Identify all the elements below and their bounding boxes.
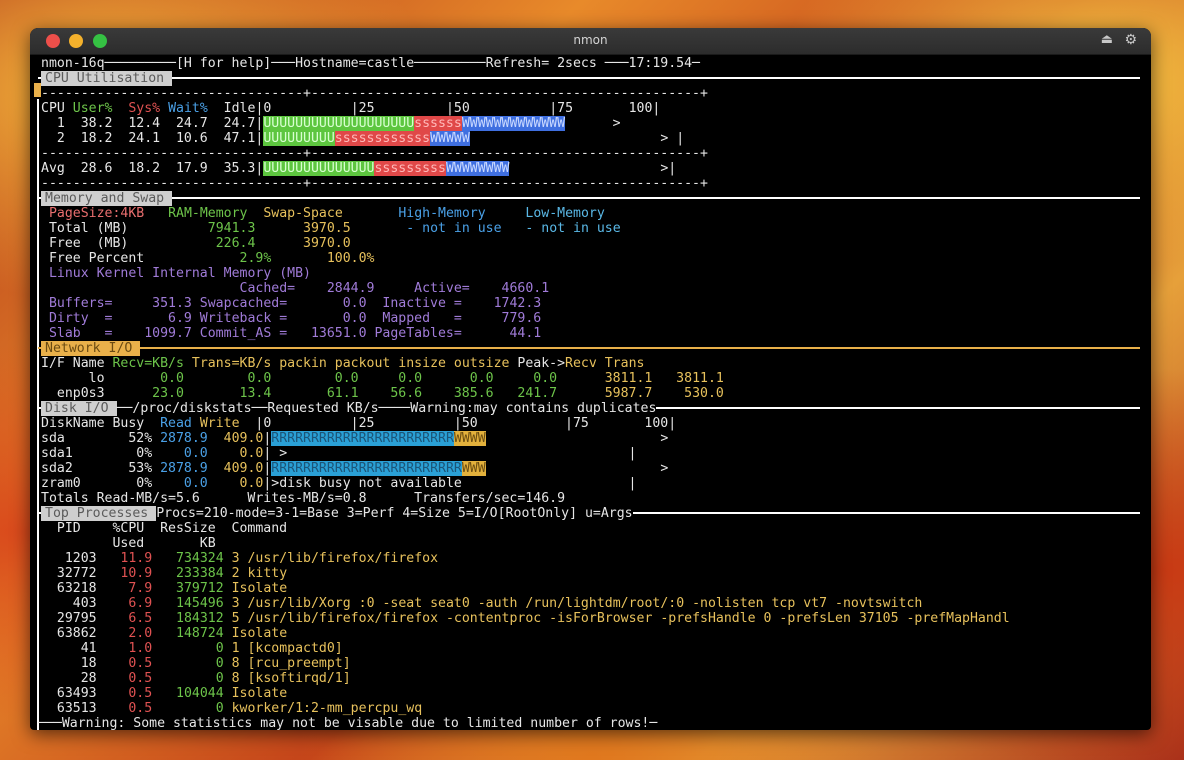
disk-section-header: Disk I/O bbox=[41, 401, 117, 416]
memory-total-line: Total (MB) 7941.3 3970.5 - not in use - … bbox=[48, 221, 621, 236]
network-section-header: Network I/O bbox=[41, 341, 141, 356]
process-row[interactable]: 18 0.5 0 8 [rcu_preempt] bbox=[41, 656, 351, 671]
bottom-warning-line: ───Warning: Some statistics may not be v… bbox=[38, 716, 658, 730]
process-row[interactable]: 29795 6.5 184312 5 /usr/lib/firefox/fire… bbox=[41, 611, 1010, 626]
memory-freepct-line: Free Percent 2.9% 100.0% bbox=[48, 251, 375, 266]
left-border bbox=[37, 99, 39, 730]
disk-column-header: DiskName Busy Read Write |0 |25 |50 |75 … bbox=[41, 416, 677, 431]
kernel-line: Dirty = 6.9 Writeback = 0.0 Mapped = 779… bbox=[48, 311, 542, 326]
process-row[interactable]: 32772 10.9 233384 2 kitty bbox=[41, 566, 287, 581]
process-row[interactable]: 41 1.0 0 1 [kcompactd0] bbox=[41, 641, 343, 656]
memory-free-line: Free (MB) 226.4 3970.0 bbox=[48, 236, 351, 251]
eject-icon[interactable]: ⏏ bbox=[1101, 32, 1113, 47]
gear-icon[interactable]: ⚙ bbox=[1124, 32, 1137, 48]
process-row[interactable]: 28 0.5 0 8 [ksoftirqd/1] bbox=[41, 671, 351, 686]
network-row: enp0s3 23.0 13.4 61.1 56.6 385.6 241.7 5… bbox=[41, 386, 724, 401]
processes-title-line: Top Processes Procs=210-mode=3-1=Base 3=P… bbox=[41, 506, 633, 521]
process-row[interactable]: 63218 7.9 379712 Isolate bbox=[41, 581, 287, 596]
memory-header-line: PageSize:4KB RAM-Memory Swap-Space High-… bbox=[48, 206, 605, 221]
kernel-line: Cached= 2844.9 Active= 4660.1 bbox=[48, 281, 550, 296]
process-row[interactable]: 1203 11.9 734324 3 /usr/lib/firefox/fire… bbox=[41, 551, 438, 566]
network-row: lo 0.0 0.0 0.0 0.0 0.0 0.0 3811.1 3811.1 bbox=[41, 371, 724, 386]
kernel-memory-title: Linux Kernel Internal Memory (MB) bbox=[48, 266, 311, 281]
processes-header-1: PID %CPU ResSize Command bbox=[41, 521, 288, 536]
process-row[interactable]: 63513 0.5 0 kworker/1:2-mm_percpu_wq bbox=[41, 701, 422, 716]
cpu-column-header: CPU User% Sys% Wait% Idle|0 |25 |50 |75 … bbox=[41, 101, 661, 116]
disk-row: sda2 53% 2878.9 409.0|RRRRRRRRRRRRRRRRRR… bbox=[41, 461, 669, 476]
kernel-line: Buffers= 351.3 Swapcached= 0.0 Inactive … bbox=[48, 296, 542, 311]
cpu-avg-row: Avg 28.6 18.2 17.9 35.3|UUUUUUUUUUUUUUss… bbox=[41, 161, 677, 176]
terminal-cursor bbox=[34, 83, 41, 97]
kernel-line: Slab = 1099.7 Commit_AS = 13651.0 PageTa… bbox=[48, 326, 542, 341]
disk-row: zram0 0% 0.0 0.0|>disk busy not availabl… bbox=[41, 476, 637, 491]
disk-row: sda1 0% 0.0 0.0| > | bbox=[41, 446, 637, 461]
cpu-dash-mid: ---------------------------------+------… bbox=[41, 146, 708, 161]
disk-row: sda 52% 2878.9 409.0|RRRRRRRRRRRRRRRRRRR… bbox=[41, 431, 669, 446]
disk-title-line: Disk I/O ──/proc/diskstats──Requested KB/… bbox=[41, 401, 657, 416]
disk-totals-line: Totals Read-MB/s=5.6 Writes-MB/s=0.8 Tra… bbox=[41, 491, 566, 506]
process-row[interactable]: 63862 2.0 148724 Isolate bbox=[41, 626, 287, 641]
title-bar: nmon ⏏ ⚙ bbox=[30, 28, 1151, 55]
processes-section-header: Top Processes bbox=[41, 506, 157, 521]
memory-section-header: Memory and Swap bbox=[41, 191, 173, 206]
network-header-line: I/F Name Recv=KB/s Trans=KB/s packin pac… bbox=[41, 356, 645, 371]
process-row[interactable]: 403 6.9 145496 3 /usr/lib/Xorg :0 -seat … bbox=[41, 596, 923, 611]
processes-header-2: Used KB bbox=[41, 536, 216, 551]
process-row[interactable]: 63493 0.5 104044 Isolate bbox=[41, 686, 287, 701]
window-title: nmon bbox=[573, 33, 608, 47]
cpu-section-header: CPU Utilisation bbox=[41, 71, 173, 86]
cpu-row: 1 38.2 12.4 24.7 24.7|UUUUUUUUUUUUUUUUUU… bbox=[41, 116, 621, 131]
top-status-line: nmon-16q─────────[H for help]───Hostname… bbox=[41, 56, 700, 71]
cpu-dash-bottom: ---------------------------------+------… bbox=[41, 176, 708, 191]
cpu-dash-top: ---------------------------------+------… bbox=[41, 86, 708, 101]
cpu-row: 2 18.2 24.1 10.6 47.1|UUUUUUUUUsssssssss… bbox=[41, 131, 685, 146]
terminal-window: nmon ⏏ ⚙ nmon-16q─────────[H for help]──… bbox=[30, 28, 1151, 730]
nmon-terminal[interactable]: nmon-16q─────────[H for help]───Hostname… bbox=[30, 55, 1151, 730]
